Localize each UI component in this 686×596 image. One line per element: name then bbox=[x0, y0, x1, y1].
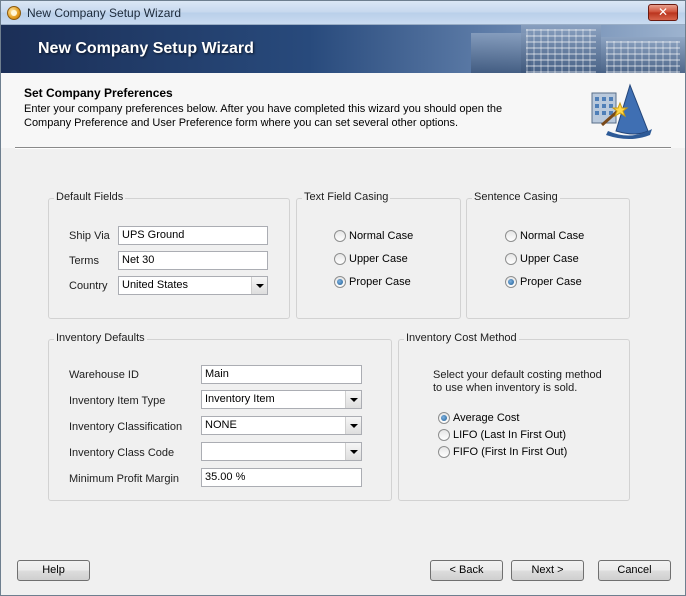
class-code-label: Inventory Class Code bbox=[69, 447, 175, 459]
item-type-label: Inventory Item Type bbox=[69, 395, 166, 407]
classification-select[interactable]: NONE bbox=[201, 416, 362, 435]
group-label: Default Fields bbox=[54, 191, 126, 203]
item-type-select[interactable]: Inventory Item bbox=[201, 390, 362, 409]
radio-label: Normal Case bbox=[520, 230, 585, 242]
country-select[interactable]: United States bbox=[118, 276, 268, 295]
page-description-line: Company Preference and User Preference f… bbox=[24, 117, 459, 129]
radio-label: Upper Case bbox=[349, 253, 408, 265]
next-button[interactable]: Next > bbox=[511, 560, 584, 581]
group-label: Sentence Casing bbox=[472, 191, 560, 203]
group-label: Inventory Cost Method bbox=[404, 332, 519, 344]
cost-method-description-line: to use when inventory is sold. bbox=[433, 382, 578, 394]
group-label: Text Field Casing bbox=[302, 191, 391, 203]
page-title: Set Company Preferences bbox=[24, 86, 173, 100]
sentence-casing-group: Sentence Casing Normal Case Upper Case P… bbox=[466, 191, 630, 319]
cancel-button[interactable]: Cancel bbox=[598, 560, 671, 581]
page-description: Enter your company preferences below. Af… bbox=[24, 102, 544, 130]
radio-label: Upper Case bbox=[520, 253, 579, 265]
radio-button-icon bbox=[334, 230, 346, 242]
radio-label: FIFO (First In First Out) bbox=[453, 446, 568, 458]
group-label: Inventory Defaults bbox=[54, 332, 147, 344]
default-fields-group: Default Fields Ship Via UPS Ground Terms… bbox=[48, 191, 290, 319]
header-area: Set Company Preferences Enter your compa… bbox=[1, 73, 685, 148]
country-label: Country bbox=[69, 280, 108, 292]
window-title: New Company Setup Wizard bbox=[27, 6, 182, 20]
inventory-defaults-group: Inventory Defaults Warehouse ID Main Inv… bbox=[48, 332, 392, 501]
country-value: United States bbox=[122, 279, 189, 291]
back-button[interactable]: < Back bbox=[430, 560, 503, 581]
radio-button-selected-icon bbox=[438, 412, 450, 424]
ship-via-field[interactable]: UPS Ground bbox=[118, 226, 268, 245]
classification-label: Inventory Classification bbox=[69, 421, 183, 433]
banner-building-windows bbox=[606, 41, 680, 73]
chevron-down-icon[interactable] bbox=[345, 443, 361, 460]
warehouse-id-label: Warehouse ID bbox=[69, 369, 139, 381]
warehouse-id-field[interactable]: Main bbox=[201, 365, 362, 384]
terms-field[interactable]: Net 30 bbox=[118, 251, 268, 270]
chevron-down-icon[interactable] bbox=[345, 417, 361, 434]
radio-button-selected-icon bbox=[334, 276, 346, 288]
radio-label: Proper Case bbox=[349, 276, 411, 288]
radio-button-selected-icon bbox=[505, 276, 517, 288]
banner-building-windows bbox=[526, 29, 596, 73]
text-field-casing-group: Text Field Casing Normal Case Upper Case… bbox=[296, 191, 461, 319]
banner-title: New Company Setup Wizard bbox=[38, 40, 254, 57]
chevron-down-icon[interactable] bbox=[251, 277, 267, 294]
classification-value: NONE bbox=[205, 419, 237, 431]
class-code-select[interactable] bbox=[201, 442, 362, 461]
chevron-down-icon[interactable] bbox=[345, 391, 361, 408]
radio-label: LIFO (Last In First Out) bbox=[453, 429, 567, 441]
radio-label: Normal Case bbox=[349, 230, 414, 242]
close-button[interactable]: ✕ bbox=[648, 4, 678, 21]
banner: New Company Setup Wizard bbox=[1, 25, 685, 73]
radio-button-icon bbox=[438, 429, 450, 441]
min-profit-field[interactable]: 35.00 % bbox=[201, 468, 362, 487]
wizard-icon bbox=[591, 83, 652, 139]
cost-method-description: Select your default costing method to us… bbox=[433, 369, 602, 395]
radio-button-icon bbox=[505, 230, 517, 242]
app-icon bbox=[7, 6, 21, 20]
item-type-value: Inventory Item bbox=[205, 393, 275, 405]
inventory-cost-method-group: Inventory Cost Method Select your defaul… bbox=[398, 332, 630, 501]
radio-button-icon bbox=[334, 253, 346, 265]
help-button[interactable]: Help bbox=[17, 560, 90, 581]
radio-label: Proper Case bbox=[520, 276, 582, 288]
radio-button-icon bbox=[438, 446, 450, 458]
close-icon: ✕ bbox=[657, 5, 669, 19]
min-profit-label: Minimum Profit Margin bbox=[69, 473, 180, 485]
radio-label: Average Cost bbox=[453, 412, 520, 424]
ship-via-label: Ship Via bbox=[69, 230, 110, 242]
page-description-line: Enter your company preferences below. Af… bbox=[24, 103, 503, 115]
cost-method-description-line: Select your default costing method bbox=[433, 369, 602, 381]
wizard-window: New Company Setup Wizard ✕ New Company S… bbox=[0, 0, 686, 596]
header-separator bbox=[15, 147, 671, 149]
title-bar: New Company Setup Wizard ✕ bbox=[1, 1, 685, 25]
radio-button-icon bbox=[505, 253, 517, 265]
terms-label: Terms bbox=[69, 255, 99, 267]
